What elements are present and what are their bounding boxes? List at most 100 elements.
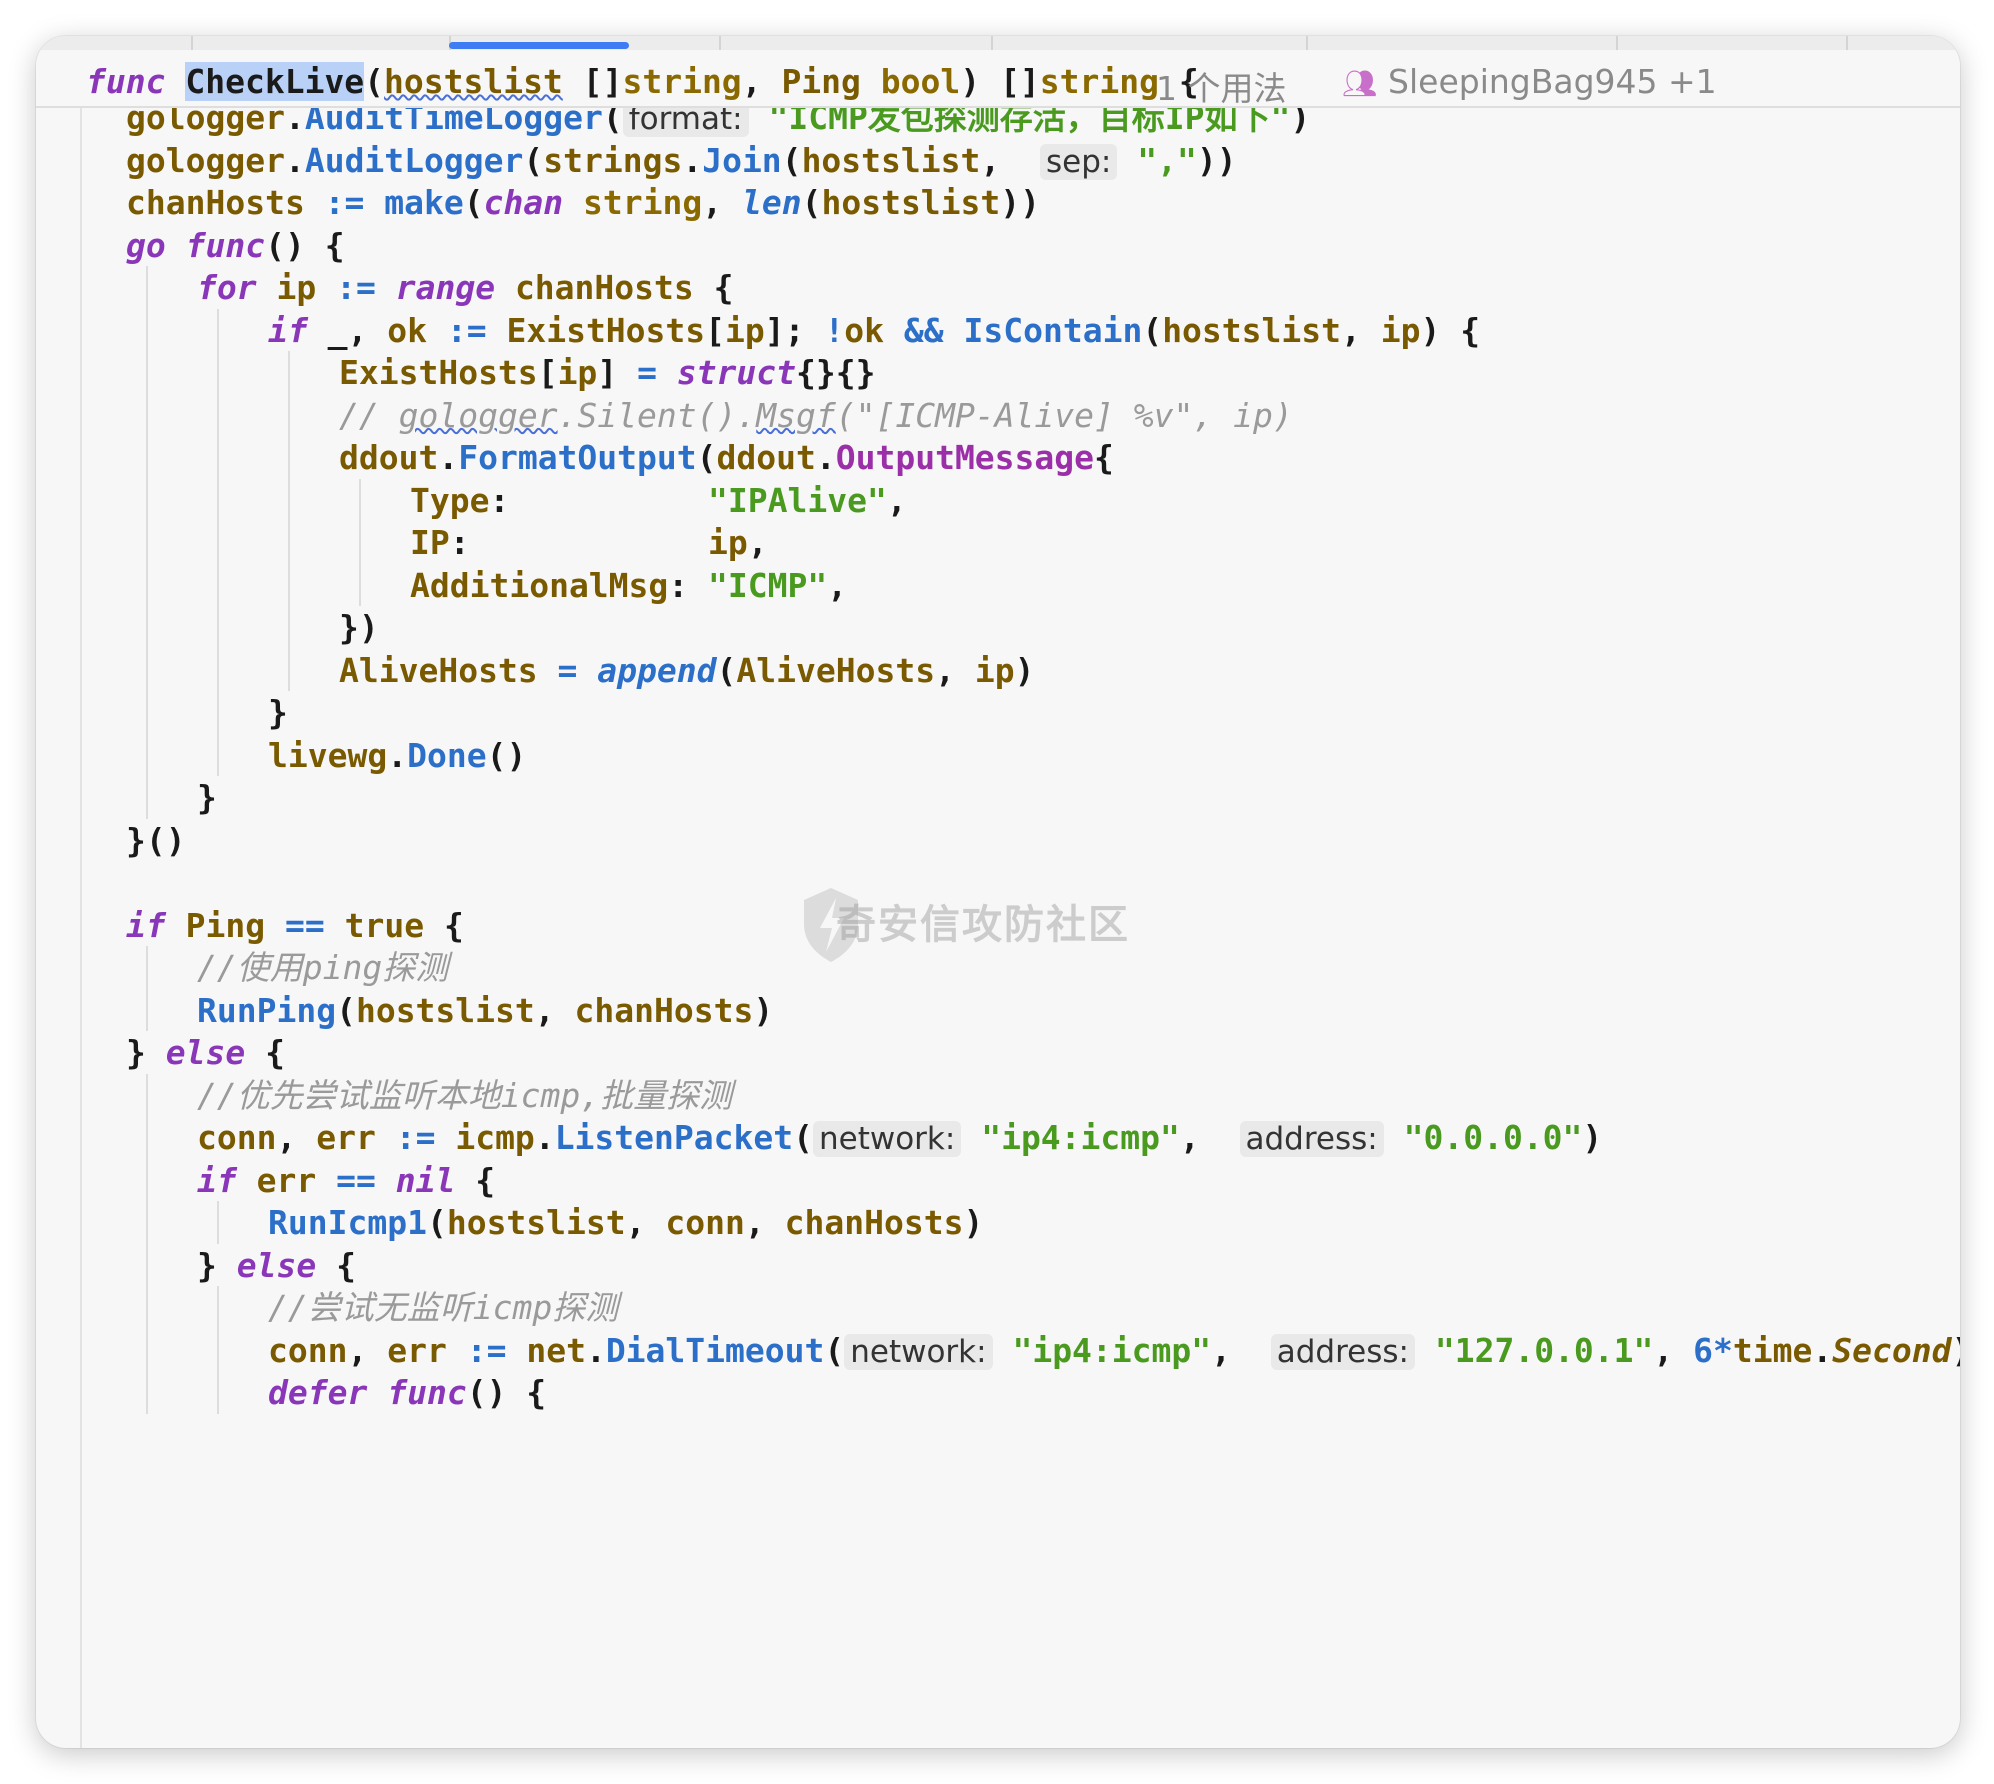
code-token: go (126, 225, 166, 265)
code-token: .Silent(). (557, 395, 757, 435)
code-token: chanHosts (126, 183, 305, 222)
code-token: { (693, 268, 734, 307)
indent-guide (146, 946, 148, 1031)
code-line[interactable]: ddout.FormatOutput(ddout.OutputMessage{ (339, 436, 1114, 480)
code-token: } (126, 1033, 166, 1072)
code-line[interactable]: Type: "IPAlive", (410, 479, 907, 523)
code-line[interactable]: }) (339, 606, 379, 650)
code-token: ! (824, 310, 845, 350)
code-line[interactable]: go func() { (126, 224, 345, 268)
code-token: , (1341, 310, 1381, 350)
code-line[interactable]: //尝试无监听icmp探测 (268, 1286, 618, 1330)
code-token: hostslist (446, 1203, 626, 1242)
code-token: string (622, 62, 742, 101)
code-line[interactable]: //使用ping探测 (197, 946, 448, 990)
code-line[interactable]: } else { (197, 1244, 356, 1288)
code-token: strings (543, 140, 683, 180)
code-line[interactable]: for ip := range chanHosts { (197, 266, 734, 310)
code-line[interactable]: conn, err := net.DialTimeout(network: "i… (268, 1329, 1960, 1374)
code-token: . (534, 1118, 555, 1157)
code-token: , (1179, 1118, 1240, 1157)
code-token: ) (753, 990, 774, 1030)
code-token: ( (364, 62, 385, 101)
code-token: ip (557, 353, 598, 392)
code-line[interactable]: if Ping == true { (126, 904, 464, 948)
code-token: . (585, 1330, 606, 1370)
code-line[interactable]: chanHosts := make(chan string, len(hosts… (126, 181, 1040, 225)
code-line[interactable]: //优先尝试监听本地icmp,批量探测 (197, 1074, 732, 1118)
code-line[interactable]: } (197, 776, 217, 820)
code-token: else (236, 1245, 317, 1285)
code-token: FormatOutput (458, 438, 697, 477)
code-token: }() (126, 820, 186, 860)
code-line[interactable]: livewg.Done() (268, 734, 526, 778)
code-line[interactable]: AliveHosts = append(AliveHosts, ip) (339, 649, 1034, 693)
code-line[interactable]: gologger.AuditLogger(strings.Join(hostsl… (126, 139, 1237, 184)
code-token: "0.0.0.0" (1403, 1118, 1583, 1157)
code-line[interactable]: RunPing(hostslist, chanHosts) (197, 989, 773, 1033)
code-token: = (637, 353, 657, 392)
code-token: string (583, 183, 703, 222)
code-token: ExistHosts (506, 310, 706, 350)
code-line[interactable]: }() (126, 819, 186, 863)
code-line[interactable]: } else { (126, 1031, 285, 1075)
code-token: := (446, 1330, 527, 1370)
code-token: ) (963, 1203, 984, 1242)
function-signature[interactable]: func CheckLive(hostslist []string, Ping … (86, 60, 1199, 104)
code-token: "," (1137, 140, 1197, 180)
code-token: , (741, 62, 782, 101)
code-token: Msgf (756, 395, 836, 435)
code-token: { (1094, 438, 1114, 477)
code-line[interactable]: if _, ok := ExistHosts[ip]; !ok && IsCon… (268, 309, 1480, 353)
code-token: else (165, 1033, 246, 1072)
code-token: err (256, 1160, 317, 1200)
code-token: [] (562, 62, 623, 101)
selected-function-name: CheckLive (185, 62, 365, 101)
code-token: . (438, 438, 459, 477)
indent-guide (288, 351, 290, 691)
code-token: RunIcmp1 (268, 1203, 427, 1242)
code-line[interactable]: RunIcmp1(hostslist, conn, chanHosts) (268, 1201, 983, 1245)
code-token: ( (696, 438, 717, 477)
code-token: ]; (764, 310, 825, 350)
code-token: func (86, 62, 166, 101)
usages-hint[interactable]: 1 个用法 (1156, 62, 1287, 110)
code-token: time (1732, 1330, 1813, 1370)
code-line[interactable]: defer func() { (268, 1371, 546, 1415)
param-name-hint: address: (1270, 1333, 1415, 1370)
code-token: ) (1582, 1118, 1603, 1157)
code-token: livewg (268, 735, 388, 775)
code-line[interactable]: ExistHosts[ip] = struct{}{} (339, 351, 876, 395)
indent-guide (146, 1073, 148, 1414)
code-token: struct (676, 353, 797, 392)
code-line[interactable]: conn, err := icmp.ListenPacket(network: … (197, 1116, 1602, 1161)
code-token: icmp (455, 1118, 535, 1157)
code-token: IP (410, 523, 450, 562)
authors-hint[interactable]: 👥︎ SleepingBag945 +1 (1342, 62, 1717, 101)
code-line[interactable]: // gologger.Silent().Msgf("[ICMP-Alive] … (339, 394, 1293, 438)
code-token: { (316, 1245, 356, 1285)
code-line[interactable]: IP: ip, (410, 521, 768, 565)
code-line[interactable]: if err == nil { (197, 1159, 495, 1203)
code-line[interactable]: AdditionalMsg: "ICMP", (410, 564, 847, 608)
code-token: bool (880, 62, 961, 101)
code-token: ( (523, 140, 544, 180)
code-token: err (387, 1330, 447, 1370)
code-token: if (268, 310, 308, 350)
param-name-hint: network: (812, 1121, 962, 1157)
code-token: AdditionalMsg (410, 565, 669, 605)
sticky-function-header[interactable]: func CheckLive(hostslist []string, Ping … (36, 50, 1960, 108)
code-line[interactable]: } (268, 691, 288, 735)
code-token: err (316, 1118, 376, 1157)
code-token: AliveHosts (736, 650, 936, 690)
code-token: () (486, 735, 527, 775)
code-token: AliveHosts (339, 650, 538, 690)
code-token: ) [] (960, 62, 1040, 101)
code-token: = (537, 650, 598, 690)
